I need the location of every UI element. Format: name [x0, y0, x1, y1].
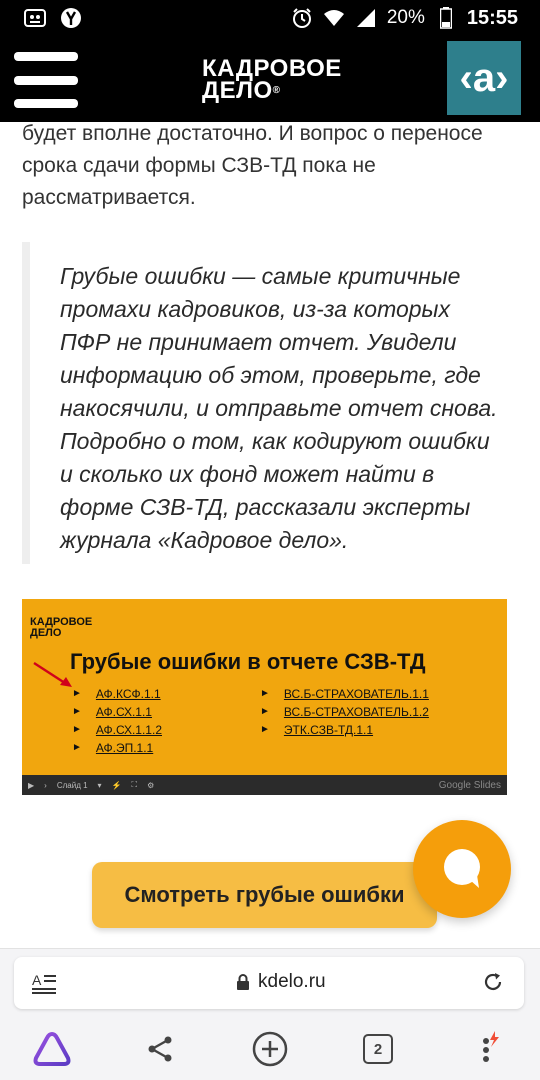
site-logo[interactable]: КАДРОВОЕ ДЕЛО® [202, 57, 342, 104]
bullet-icon: ► [260, 688, 270, 699]
bullet-icon: ► [260, 706, 270, 717]
slide-controls: ▶ › Слайд 1 ▾ ⚡ ⛶ ⚙ Google Slides [22, 775, 507, 795]
list-item: ► ЭТК.СЗВ-ТД.1.1 [260, 721, 429, 739]
menu-icon[interactable] [14, 52, 78, 108]
gear-icon[interactable]: ⚙ [147, 781, 154, 790]
tabs-button[interactable]: 2 [358, 1029, 398, 1069]
url-display[interactable]: kdelo.ru [236, 971, 326, 993]
lock-icon [237, 974, 249, 990]
battery-percent: 20% [386, 7, 425, 28]
list-item: ► ВС.Б-СТРАХОВАТЕЛЬ.1.1 [260, 685, 429, 703]
red-arrow-icon [33, 661, 72, 687]
reload-icon[interactable] [482, 971, 504, 998]
list-item: ► АФ.КСФ.1.1 [72, 685, 162, 703]
url-text: kdelo.ru [258, 971, 326, 992]
error-code-link[interactable]: АФ.ЭП.1.1 [96, 739, 153, 757]
bullet-icon: ► [260, 724, 270, 735]
bullet-icon: ► [72, 724, 82, 735]
quote-text: Грубые ошибки — самые критичные промахи … [60, 263, 498, 553]
yandex-notification-icon [60, 7, 82, 29]
svg-text:A: A [32, 972, 42, 988]
article: будет вполне достаточно. И вопрос о пере… [22, 122, 512, 222]
error-code-link[interactable]: АФ.СХ.1.1 [96, 703, 152, 721]
signal-icon [355, 7, 377, 29]
chat-button[interactable] [413, 820, 511, 918]
wifi-icon [323, 7, 345, 29]
bullet-icon: ► [72, 742, 82, 753]
error-code-link[interactable]: АФ.КСФ.1.1 [96, 685, 161, 703]
share-icon[interactable] [140, 1029, 180, 1069]
tab-count: 2 [363, 1034, 393, 1064]
article-paragraph: будет вполне достаточно. И вопрос о пере… [22, 122, 483, 209]
clock: 15:55 [466, 6, 518, 29]
alice-icon[interactable] [32, 1029, 72, 1069]
browser-toolbar: A kdelo.ru 2 [0, 948, 540, 1080]
fullscreen-icon[interactable]: ⛶ [132, 780, 138, 790]
list-item: ► ВС.Б-СТРАХОВАТЕЛЬ.1.2 [260, 703, 429, 721]
error-code-link[interactable]: ВС.Б-СТРАХОВАТЕЛЬ.1.1 [284, 685, 429, 703]
play-icon[interactable]: ▶ [28, 781, 34, 790]
error-codes-list-right: ► ВС.Б-СТРАХОВАТЕЛЬ.1.1 ► ВС.Б-СТРАХОВАТЕЛ… [260, 685, 429, 739]
error-code-link[interactable]: ЭТК.СЗВ-ТД.1.1 [284, 721, 373, 739]
reader-mode-icon[interactable]: A [32, 971, 58, 1000]
slide-logo: КАДРОВОЕ ДЕЛО [30, 616, 93, 639]
site-header: КАДРОВОЕ ДЕЛО® ‹a› [0, 36, 540, 122]
laser-icon[interactable]: ⚡ [112, 781, 122, 790]
list-item: ► АФ.СХ.1.1.2 [72, 721, 162, 739]
alarm-icon [291, 7, 313, 29]
more-menu-icon[interactable] [466, 1029, 506, 1069]
app-notification-icon [24, 7, 46, 29]
status-bar: 20% 15:55 [0, 0, 540, 36]
new-tab-icon[interactable] [250, 1029, 290, 1069]
chat-bubble-icon [444, 849, 480, 888]
error-code-link[interactable]: АФ.СХ.1.1.2 [96, 721, 162, 739]
chevron-down-icon[interactable]: ▾ [98, 781, 102, 790]
list-item: ► АФ.СХ.1.1 [72, 703, 162, 721]
battery-icon [435, 7, 457, 29]
bullet-icon: ► [72, 688, 82, 699]
list-item: ► АФ.ЭП.1.1 [72, 739, 162, 757]
google-slides-brand: Google Slides [438, 779, 501, 791]
address-bar[interactable]: A kdelo.ru [14, 957, 524, 1009]
slide-title: Грубые ошибки в отчете СЗВ-ТД [70, 649, 426, 674]
logo-line2: ДЕЛО [202, 77, 273, 104]
view-errors-button[interactable]: Смотреть грубые ошибки [92, 862, 437, 928]
error-code-link[interactable]: ВС.Б-СТРАХОВАТЕЛЬ.1.2 [284, 703, 429, 721]
bullet-icon: ► [72, 706, 82, 717]
browser-nav: 2 [0, 1025, 540, 1071]
blockquote: Грубые ошибки — самые критичные промахи … [22, 242, 502, 564]
slide-selector[interactable]: Слайд 1 [57, 781, 88, 790]
error-codes-list-left: ► АФ.КСФ.1.1 ► АФ.СХ.1.1 ► АФ.СХ.1.1.2 ► АФ.… [72, 685, 162, 757]
aktion-badge[interactable]: ‹a› [447, 41, 521, 115]
next-icon[interactable]: › [44, 781, 47, 790]
slide-embed[interactable]: КАДРОВОЕ ДЕЛО Грубые ошибки в отчете СЗВ… [22, 599, 507, 795]
